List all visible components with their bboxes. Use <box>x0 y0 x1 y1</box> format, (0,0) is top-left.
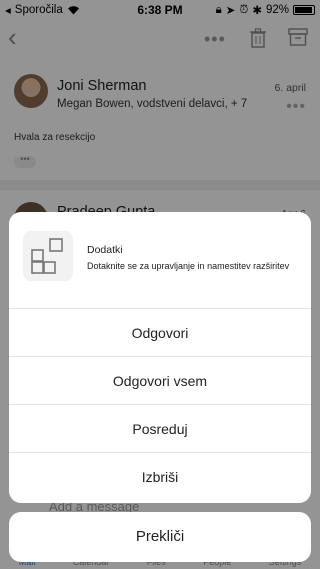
cancel-button[interactable]: Prekliči <box>9 512 311 562</box>
addins-icon-tile <box>23 231 73 281</box>
delete-button[interactable]: Izbriši <box>9 453 311 501</box>
reply-button[interactable]: Odgovori <box>9 309 311 357</box>
addins-title: Dodatki <box>87 244 123 256</box>
addins-subtitle: Dotaknite se za upravljanje in namestite… <box>87 261 290 271</box>
reply-all-button[interactable]: Odgovori vsem <box>9 357 311 405</box>
addins-icon <box>31 238 63 274</box>
forward-button[interactable]: Posreduj <box>9 405 311 453</box>
addins-row[interactable]: Dodatki Dotaknite se za upravljanje in n… <box>9 212 311 309</box>
action-sheet: Dodatki Dotaknite se za upravljanje in n… <box>9 212 311 503</box>
